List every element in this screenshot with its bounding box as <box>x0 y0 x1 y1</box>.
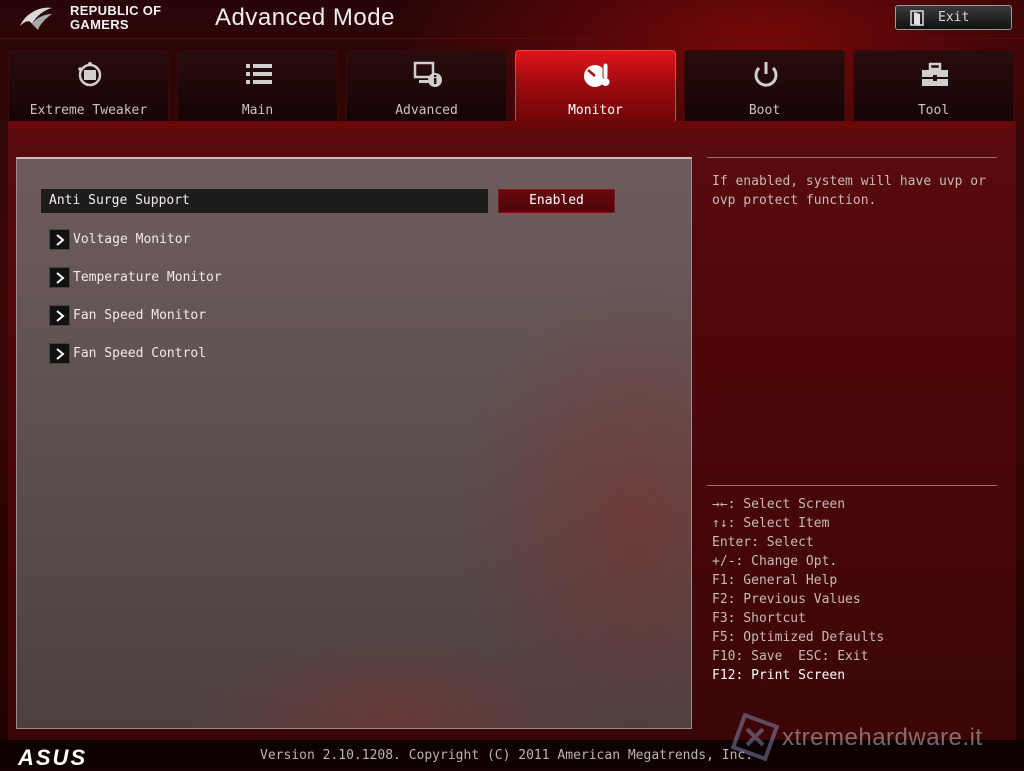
header-divider <box>0 38 1024 39</box>
page-title: Advanced Mode <box>215 4 395 31</box>
tab-label: Main <box>241 103 274 118</box>
brand-line-1: REPUBLIC OF <box>70 3 162 18</box>
exit-button[interactable]: Exit <box>895 5 1012 30</box>
submenu-label: Fan Speed Control <box>73 346 207 361</box>
header: REPUBLIC OF GAMERS Advanced Mode Exit <box>0 0 1024 40</box>
key-legend: →←: Select Screen ↑↓: Select Item Enter:… <box>712 495 997 685</box>
setting-label[interactable]: Anti Surge Support <box>41 189 488 213</box>
rog-eye-logo-icon <box>20 7 52 30</box>
key-hint: F2: Previous Values <box>712 592 861 607</box>
keys-divider <box>707 485 997 486</box>
key-hint: F3: Shortcut <box>712 611 806 626</box>
chevron-right-icon <box>49 343 70 364</box>
brand-line-2: GAMERS <box>70 17 129 32</box>
help-line: If enabled, system will have uvp or <box>712 174 986 189</box>
anti-surge-value-button[interactable]: Enabled <box>498 189 615 213</box>
list-icon <box>246 64 272 84</box>
thermometer-gauge-icon <box>584 62 610 87</box>
key-hint: F12: Print Screen <box>712 668 846 683</box>
key-hint: F1: General Help <box>712 573 838 588</box>
tab-label: Advanced <box>395 103 458 118</box>
watermark-text: xtremehardware.it <box>782 724 983 751</box>
exit-label: Exit <box>938 10 970 25</box>
tab-bar: Extreme Tweaker Main Advanced Monitor Bo… <box>8 50 1016 122</box>
key-hint: F5: Optimized Defaults <box>712 630 885 645</box>
exit-door-icon <box>910 9 924 26</box>
key-hint: +/-: Change Opt. <box>712 554 838 569</box>
submenu-fan-speed-control[interactable]: Fan Speed Control <box>49 343 369 365</box>
advanced-info-icon <box>413 61 442 87</box>
submenu-temperature-monitor[interactable]: Temperature Monitor <box>49 267 369 289</box>
submenu-label: Temperature Monitor <box>73 270 222 285</box>
tab-label: Boot <box>748 103 781 118</box>
tab-label: Extreme Tweaker <box>29 103 148 118</box>
key-hint: ↑↓: Select Item <box>712 516 830 531</box>
settings-panel: Anti Surge Support Enabled Voltage Monit… <box>16 157 692 729</box>
watermark-x-icon <box>730 712 780 762</box>
submenu-voltage-monitor[interactable]: Voltage Monitor <box>49 229 369 251</box>
help-description: If enabled, system will have uvp or ovp … <box>712 172 997 210</box>
brand-text: REPUBLIC OF GAMERS <box>70 4 161 32</box>
submenu-fan-speed-monitor[interactable]: Fan Speed Monitor <box>49 305 369 327</box>
asus-logo: ASUS <box>18 745 88 770</box>
tab-advanced[interactable]: Advanced <box>346 50 507 122</box>
submenu-label: Voltage Monitor <box>73 232 191 247</box>
tab-label: Monitor <box>568 103 623 118</box>
tab-tool[interactable]: Tool <box>853 50 1014 122</box>
help-line: ovp protect function. <box>712 193 877 208</box>
active-tab-strip <box>8 121 1016 129</box>
tab-label: Tool <box>917 103 950 118</box>
tab-main[interactable]: Main <box>177 50 338 122</box>
power-icon <box>754 62 778 87</box>
help-top-divider <box>707 157 997 158</box>
key-hint: →←: Select Screen <box>712 497 846 512</box>
chevron-right-icon <box>49 229 70 250</box>
tab-extreme-tweaker[interactable]: Extreme Tweaker <box>8 50 169 122</box>
key-hint: Enter: Select <box>712 535 814 550</box>
toolbox-icon <box>922 62 948 86</box>
key-hint: F10: Save ESC: Exit <box>712 649 869 664</box>
submenu-label: Fan Speed Monitor <box>73 308 207 323</box>
tab-monitor[interactable]: Monitor <box>515 50 676 122</box>
tweaker-icon <box>78 62 102 87</box>
version-text: Version 2.10.1208. Copyright (C) 2011 Am… <box>260 748 754 763</box>
tab-boot[interactable]: Boot <box>684 50 845 122</box>
anti-surge-setting: Anti Surge Support Enabled <box>41 189 615 213</box>
chevron-right-icon <box>49 305 70 326</box>
chevron-right-icon <box>49 267 70 288</box>
